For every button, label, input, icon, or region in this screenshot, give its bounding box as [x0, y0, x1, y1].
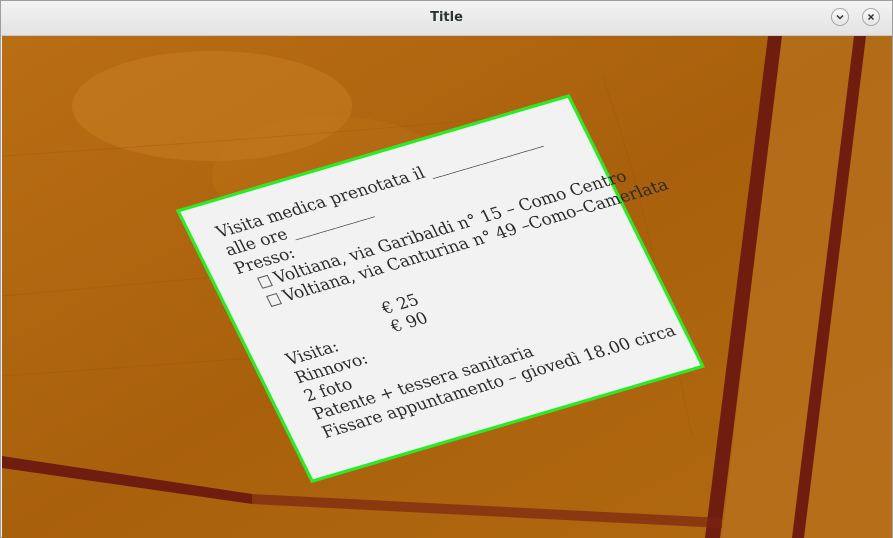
checkbox-icon — [256, 274, 273, 289]
image-view: Visita medica prenotata il _____________… — [2, 36, 892, 538]
app-window: Title Visita medica prenotata il _______… — [0, 0, 893, 538]
close-button[interactable] — [862, 8, 880, 26]
minimize-button[interactable] — [831, 8, 849, 26]
titlebar[interactable]: Title — [1, 1, 892, 36]
close-icon — [867, 13, 875, 21]
chevron-down-icon — [836, 14, 844, 20]
checkbox-icon — [266, 292, 282, 308]
window-title: Title — [430, 10, 463, 25]
